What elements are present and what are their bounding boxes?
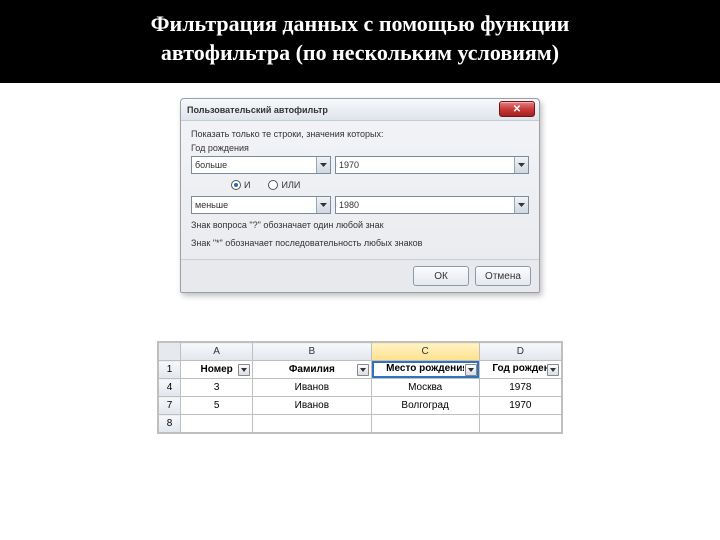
logic-and-label: И: [244, 180, 250, 190]
column-header-b[interactable]: B: [253, 343, 371, 361]
cell[interactable]: Иванов: [253, 397, 371, 415]
table-row: 7 5 Иванов Волгоград 1970: [159, 397, 562, 415]
dialog-field-label: Год рождения: [191, 143, 529, 153]
slide-title-line1: Фильтрация данных с помощью функции: [20, 10, 700, 39]
row-header[interactable]: 7: [159, 397, 181, 415]
filter-dropdown-icon[interactable]: [357, 364, 369, 376]
dialog-instruction: Показать только те строки, значения кото…: [191, 129, 529, 139]
table-row: 4 3 Иванов Москва 1978: [159, 379, 562, 397]
cell[interactable]: [371, 415, 479, 433]
logic-or-label: ИЛИ: [281, 180, 300, 190]
chevron-down-icon: [514, 197, 528, 213]
dialog-title: Пользовательский автофильтр: [187, 105, 328, 115]
spreadsheet-table: A B C D 1 Номер Фамилия Место рождения Г…: [158, 342, 562, 433]
hint-2: Знак "*" обозначает последовательность л…: [191, 238, 529, 250]
filter-header-cell[interactable]: Фамилия: [253, 361, 371, 379]
condition2-operator-select[interactable]: меньше: [191, 196, 331, 214]
hint-1: Знак вопроса "?" обозначает один любой з…: [191, 220, 529, 232]
slide-title-line2: автофильтра (по нескольким условиям): [20, 39, 700, 68]
chevron-down-icon: [316, 197, 330, 213]
cell[interactable]: Москва: [371, 379, 479, 397]
filter-header-cell[interactable]: Год рождения: [479, 361, 561, 379]
cell[interactable]: 5: [181, 397, 253, 415]
condition1-value: 1970: [339, 160, 359, 170]
cell[interactable]: 3: [181, 379, 253, 397]
cell[interactable]: Волгоград: [371, 397, 479, 415]
condition1-operator-select[interactable]: больше: [191, 156, 331, 174]
filter-header-cell[interactable]: Место рождения: [371, 361, 479, 379]
logic-radio-group: И ИЛИ: [231, 180, 529, 190]
row-header[interactable]: 1: [159, 361, 181, 379]
table-row: 8: [159, 415, 562, 433]
cancel-button[interactable]: Отмена: [475, 266, 531, 286]
condition2-value: 1980: [339, 200, 359, 210]
cell[interactable]: [181, 415, 253, 433]
logic-and-radio[interactable]: И: [231, 180, 250, 190]
ok-button[interactable]: ОК: [413, 266, 469, 286]
row-header[interactable]: 4: [159, 379, 181, 397]
cell[interactable]: 1970: [479, 397, 561, 415]
chevron-down-icon: [514, 157, 528, 173]
column-header-c[interactable]: C: [371, 343, 479, 361]
cell[interactable]: [479, 415, 561, 433]
chevron-down-icon: [316, 157, 330, 173]
filter-dropdown-icon[interactable]: [238, 364, 250, 376]
condition1-operator-value: больше: [195, 160, 227, 170]
condition2-value-input[interactable]: 1980: [335, 196, 529, 214]
dialog-titlebar[interactable]: Пользовательский автофильтр ✕: [181, 99, 539, 121]
cell[interactable]: 1978: [479, 379, 561, 397]
filter-dropdown-icon[interactable]: [547, 364, 559, 376]
slide-title: Фильтрация данных с помощью функции авто…: [0, 0, 720, 83]
cell[interactable]: [253, 415, 371, 433]
custom-autofilter-dialog: Пользовательский автофильтр ✕ Показать т…: [180, 98, 540, 293]
row-header[interactable]: 8: [159, 415, 181, 433]
select-all-corner[interactable]: [159, 343, 181, 361]
condition2-operator-value: меньше: [195, 200, 228, 210]
column-header-a[interactable]: A: [181, 343, 253, 361]
cell[interactable]: Иванов: [253, 379, 371, 397]
column-header-d[interactable]: D: [479, 343, 561, 361]
condition1-value-input[interactable]: 1970: [335, 156, 529, 174]
close-icon[interactable]: ✕: [499, 101, 535, 117]
filter-header-cell[interactable]: Номер: [181, 361, 253, 379]
logic-or-radio[interactable]: ИЛИ: [268, 180, 300, 190]
filter-dropdown-icon[interactable]: [465, 364, 477, 376]
